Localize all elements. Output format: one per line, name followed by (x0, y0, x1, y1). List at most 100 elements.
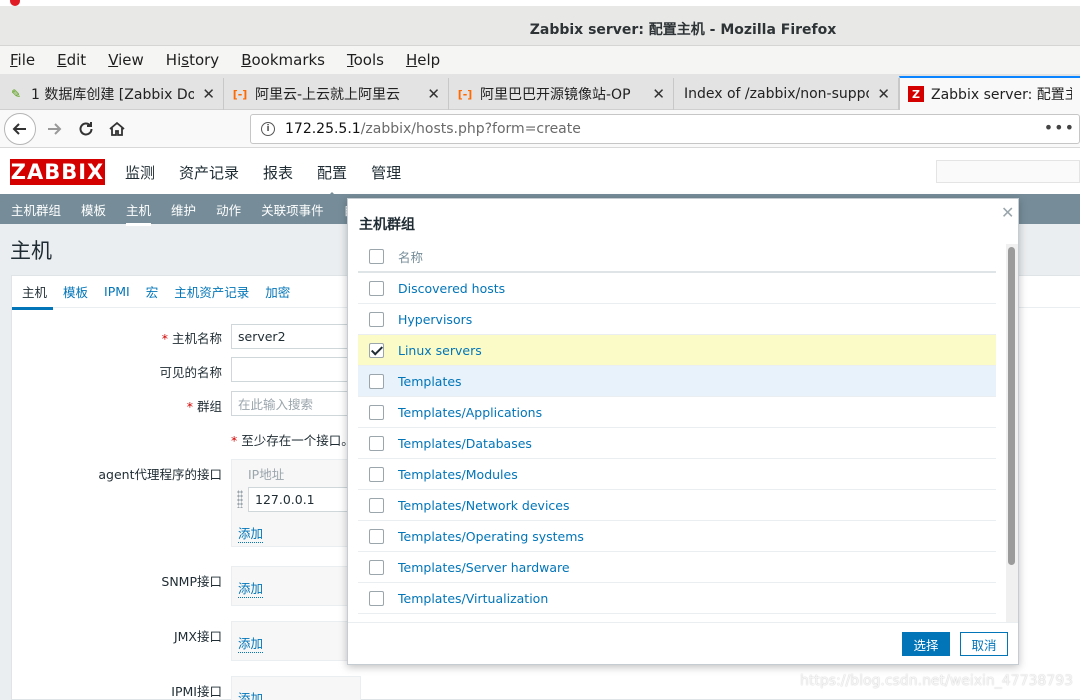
close-icon[interactable]: ✕ (1001, 203, 1014, 222)
host-group-row[interactable]: Discovered hosts (358, 273, 996, 304)
navigation-bar: i 172.25.5.1/zabbix/hosts.php?form=creat… (0, 110, 1080, 148)
host-group-link[interactable]: Templates/Operating systems (398, 529, 584, 544)
subnav-templates[interactable]: 模板 (81, 200, 106, 219)
tab-aliyun[interactable]: [-] 阿里云-上云就上阿里云 ✕ (224, 78, 449, 110)
host-group-row[interactable]: Templates/Databases (358, 428, 996, 459)
url-bar[interactable]: i 172.25.5.1/zabbix/hosts.php?form=creat… (250, 114, 1080, 144)
close-icon[interactable]: ✕ (202, 85, 215, 103)
nav-monitoring[interactable]: 监测 (125, 162, 155, 183)
host-group-checkbox[interactable] (369, 342, 384, 358)
host-group-checkbox[interactable] (369, 280, 384, 296)
host-group-row[interactable]: Hypervisors (358, 304, 996, 335)
host-group-checkbox[interactable] (369, 590, 384, 606)
tab-zabbix-server[interactable]: Z Zabbix server: 配置主机 (899, 76, 1080, 110)
groups-input[interactable]: 在此输入搜索 (231, 391, 361, 416)
add-snmp-interface-link[interactable]: 添加 (238, 578, 264, 598)
host-group-checkbox[interactable] (369, 559, 384, 575)
tab-inventory[interactable]: 主机资产记录 (174, 282, 249, 301)
aliyun-icon: [-] (457, 87, 473, 101)
nav-configuration[interactable]: 配置 (317, 162, 347, 197)
tab-ipmi[interactable]: IPMI (104, 284, 130, 299)
host-group-link[interactable]: Templates/Network devices (398, 498, 570, 513)
add-jmx-interface-link[interactable]: 添加 (238, 633, 264, 653)
back-button[interactable] (4, 113, 36, 145)
host-group-row[interactable]: Linux servers (358, 335, 996, 366)
host-group-checkbox[interactable] (369, 528, 384, 544)
info-icon[interactable]: i (261, 122, 275, 136)
host-group-checkbox[interactable] (369, 404, 384, 420)
add-ipmi-interface-link[interactable]: 添加 (238, 688, 263, 700)
ip-input[interactable]: 127.0.0.1 (248, 487, 362, 512)
host-group-link[interactable]: Discovered hosts (398, 281, 505, 296)
menu-item[interactable]: Tools (347, 51, 384, 69)
menu-item[interactable]: View (108, 51, 144, 69)
select-all-checkbox[interactable] (369, 249, 384, 264)
tab-index-zabbix[interactable]: Index of /zabbix/non-support ✕ (674, 78, 899, 110)
home-icon (109, 121, 125, 136)
nav-inventory[interactable]: 资产记录 (179, 162, 239, 183)
nav-administration[interactable]: 管理 (371, 162, 401, 183)
menu-item[interactable]: File (10, 51, 35, 69)
forward-button[interactable] (38, 113, 70, 145)
cancel-button[interactable]: 取消 (960, 632, 1008, 656)
menu-item[interactable]: Bookmarks (241, 51, 325, 69)
host-group-checkbox[interactable] (369, 435, 384, 451)
nav-reports[interactable]: 报表 (263, 162, 293, 183)
snmp-interface-label: SNMP接口 (161, 574, 222, 589)
host-group-link[interactable]: Linux servers (398, 343, 482, 358)
zabbix-logo[interactable]: ZABBIX (10, 159, 105, 185)
tab-host[interactable]: 主机 (11, 282, 54, 310)
host-group-row[interactable]: Templates/Applications (358, 397, 996, 428)
host-name-input[interactable]: server2 (231, 324, 361, 349)
menu-item[interactable]: History (166, 51, 219, 69)
home-button[interactable] (101, 113, 133, 145)
subnav-host-groups[interactable]: 主机群组 (11, 200, 61, 219)
scrollbar-thumb[interactable] (1008, 247, 1015, 565)
tab-label: 1 数据库创建 [Zabbix Doc (31, 87, 195, 103)
menu-item[interactable]: Help (406, 51, 440, 69)
close-icon[interactable]: ✕ (427, 85, 440, 103)
visible-name-input[interactable] (231, 357, 361, 382)
host-group-row[interactable]: Templates/Modules (358, 459, 996, 490)
ipmi-interface-label: IPMI接口 (171, 684, 222, 699)
host-group-link[interactable]: Hypervisors (398, 312, 472, 327)
page-title: 主机 (10, 239, 52, 263)
close-icon[interactable]: ✕ (877, 85, 890, 103)
host-group-checkbox[interactable] (369, 311, 384, 327)
host-group-link[interactable]: Templates/Server hardware (398, 560, 570, 575)
host-group-row[interactable]: Templates/Virtualization (358, 583, 996, 614)
host-group-link[interactable]: Templates (398, 374, 462, 389)
host-group-checkbox[interactable] (369, 466, 384, 482)
top-strip (0, 0, 1080, 6)
subnav-hosts[interactable]: 主机 (126, 200, 152, 226)
host-group-row[interactable]: Templates/Network devices (358, 490, 996, 521)
tab-zabbix-doc[interactable]: ✎ 1 数据库创建 [Zabbix Doc ✕ (0, 78, 224, 110)
host-group-checkbox[interactable] (369, 373, 384, 389)
host-group-link[interactable]: Templates/Modules (398, 467, 518, 482)
tab-aliyun-mirror[interactable]: [-] 阿里巴巴开源镜像站-OP ✕ (449, 78, 674, 110)
close-icon[interactable]: ✕ (652, 85, 665, 103)
reload-button[interactable] (70, 113, 102, 145)
host-group-checkbox[interactable] (369, 497, 384, 513)
menu-item[interactable]: Edit (57, 51, 86, 69)
subnav-correlation[interactable]: 关联项事件 (261, 200, 324, 219)
host-group-link[interactable]: Templates/Applications (398, 405, 542, 420)
drag-handle-icon[interactable] (237, 490, 243, 508)
host-group-row[interactable]: Templates (358, 366, 996, 397)
global-search-input[interactable] (936, 160, 1080, 183)
tab-templates[interactable]: 模板 (63, 282, 88, 301)
add-agent-interface-link[interactable]: 添加 (238, 523, 264, 543)
subnav-actions[interactable]: 动作 (216, 200, 241, 219)
host-group-link[interactable]: Templates/Virtualization (398, 591, 548, 606)
host-group-link[interactable]: Templates/Databases (398, 436, 532, 451)
tab-macros[interactable]: 宏 (146, 282, 159, 301)
host-group-row[interactable]: Templates/Operating systems (358, 521, 996, 552)
column-name-header: 名称 (398, 250, 424, 265)
host-group-dialog: 主机群组 ✕ 名称 Discovered hosts Hypervisors Lin… (347, 198, 1019, 665)
select-button[interactable]: 选择 (902, 632, 950, 656)
subnav-maintenance[interactable]: 维护 (171, 200, 196, 219)
aliyun-icon: [-] (232, 87, 248, 101)
tab-encryption[interactable]: 加密 (265, 282, 290, 301)
page-actions-icon[interactable]: ••• (1044, 118, 1075, 137)
host-group-row[interactable]: Templates/Server hardware (358, 552, 996, 583)
